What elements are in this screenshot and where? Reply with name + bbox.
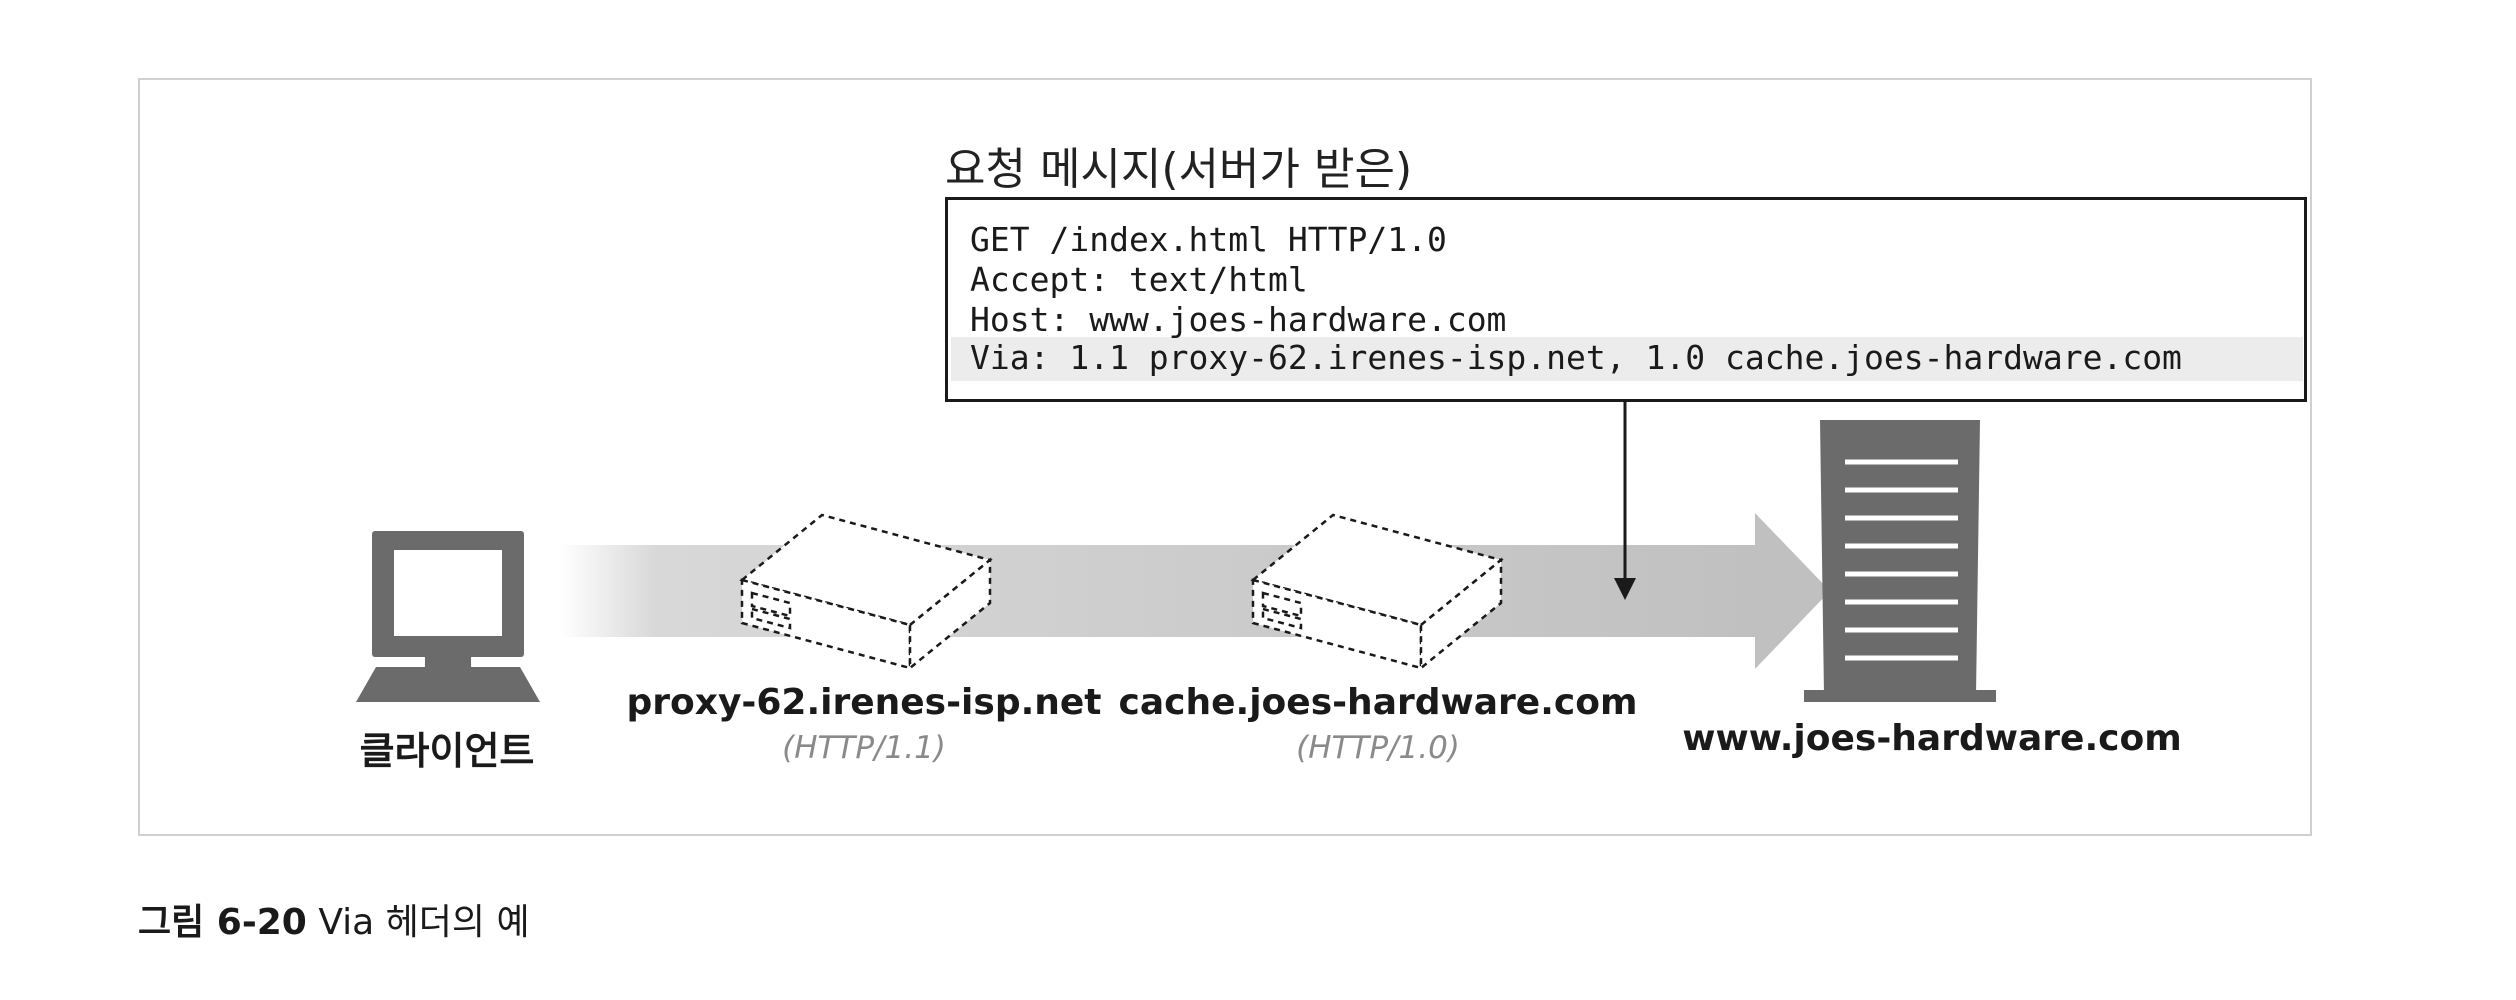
figure-caption: 그림 6-20 Via 헤더의 예 [138, 893, 530, 945]
client-label: 클라이언트 [359, 729, 535, 773]
request-line: GET /index.html HTTP/1.0 [970, 220, 1447, 259]
proxy-protocol: (HTTP/1.1) [782, 730, 946, 766]
cache-protocol: (HTTP/1.0) [1296, 730, 1460, 766]
proxy-label: proxy-62.irenes-isp.net [626, 682, 1102, 723]
proxy-box-icon [739, 513, 993, 671]
accept-header-line: Accept: text/html [970, 260, 1308, 299]
message-title: 요청 메시지(서버가 받은) [945, 144, 1413, 195]
server-tower-icon [1804, 420, 1996, 702]
message-box: GET /index.html HTTP/1.0 Accept: text/ht… [945, 197, 2307, 402]
server-label: www.joes-hardware.com [1682, 718, 2182, 759]
caption-text: Via 헤더의 예 [318, 902, 530, 943]
caption-figure-number: 그림 6-20 [138, 902, 307, 943]
computer-monitor-icon [356, 531, 540, 702]
via-header-line: Via: 1.1 proxy-62.irenes-isp.net, 1.0 ca… [970, 338, 2182, 377]
cache-label: cache.joes-hardware.com [1118, 682, 1638, 723]
host-header-line: Host: www.joes-hardware.com [970, 300, 1507, 339]
cache-box-icon [1250, 513, 1504, 671]
